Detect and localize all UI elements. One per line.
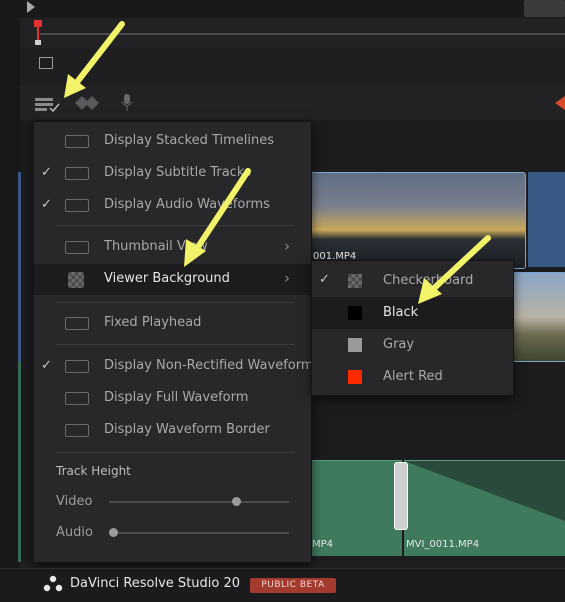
menu-item-full-waveform[interactable]: Display Full Waveform: [34, 383, 311, 414]
public-beta-badge: PUBLIC BETA: [250, 578, 336, 593]
menu-item-audio-waveforms[interactable]: ✓ Display Audio Waveforms: [34, 190, 311, 221]
menu-item-label: Display Waveform Border: [104, 422, 270, 437]
annotation-arrow-3: [418, 235, 491, 304]
davinci-logo-icon: [43, 575, 63, 592]
red-marker-icon[interactable]: [555, 96, 565, 110]
menu-divider: [56, 452, 294, 453]
audio-waveforms-icon: [65, 199, 89, 212]
left-gutter: [0, 18, 20, 568]
timeline-view-options-icon[interactable]: [34, 96, 62, 114]
menu-item-fixed-playhead[interactable]: Fixed Playhead: [34, 308, 311, 339]
menu-item-label: Display Non-Rectified Waveform: [104, 358, 314, 373]
audio-height-slider[interactable]: [109, 528, 289, 537]
audio-clip-left[interactable]: MP4: [310, 460, 402, 556]
menu-item-label: Fixed Playhead: [104, 315, 202, 330]
submenu-item-alert-red[interactable]: Alert Red: [312, 361, 513, 393]
chevron-right-icon: ›: [284, 237, 290, 255]
waveform-icon: [65, 360, 89, 373]
check-icon: ✓: [41, 197, 52, 212]
video-height-knob[interactable]: [232, 497, 242, 506]
check-icon: ✓: [319, 272, 330, 287]
alert-red-swatch: [348, 370, 362, 384]
checker-icon: [68, 272, 84, 288]
submenu-item-label: Alert Red: [383, 369, 443, 384]
audio-track-header: [18, 362, 21, 562]
track-height-title: Track Height: [56, 464, 131, 478]
video-height-label: Video: [56, 494, 93, 509]
annotation-arrow-2: [184, 168, 251, 267]
menu-item-subtitle-tracks[interactable]: ✓ Display Subtitle Tracks: [34, 158, 311, 189]
menu-item-label: Display Full Waveform: [104, 390, 249, 405]
playhead-marker-icon[interactable]: [33, 20, 43, 46]
app-brand: DaVinci Resolve Studio 20: [70, 576, 241, 591]
audio-clip-label-left: MP4: [312, 539, 334, 550]
waveform-border-icon: [65, 424, 89, 437]
timeline-view-options-menu: Display Stacked Timelines ✓ Display Subt…: [33, 121, 314, 563]
annotation-arrow-1: [64, 21, 125, 98]
audio-clip-label-right: MVI_0011.MP4: [406, 539, 480, 550]
menu-item-waveform-border[interactable]: Display Waveform Border: [34, 415, 311, 446]
video-height-slider[interactable]: [109, 497, 289, 506]
menu-item-non-rectified-waveform[interactable]: ✓ Display Non-Rectified Waveform: [34, 351, 314, 382]
thumbnail-view-icon: [65, 241, 89, 254]
check-icon: ✓: [41, 358, 52, 373]
menu-divider: [56, 302, 294, 303]
full-waveform-icon: [65, 392, 89, 405]
checkerboard-swatch: [348, 274, 362, 288]
selection-icon[interactable]: [38, 56, 54, 70]
zoom-thumbnail[interactable]: [524, 0, 565, 17]
submenu-item-label: Black: [383, 305, 419, 320]
audio-clip-ramp: [404, 461, 565, 521]
stacked-timelines-icon: [65, 135, 89, 148]
video-clip-bottom[interactable]: [510, 272, 565, 362]
menu-item-label: Viewer Background: [104, 271, 230, 286]
menu-item-label: Display Stacked Timelines: [104, 133, 275, 148]
subtitle-tracks-icon: [65, 167, 89, 180]
audio-height-knob[interactable]: [109, 528, 118, 537]
black-swatch: [348, 306, 362, 320]
menu-item-stacked-timelines[interactable]: Display Stacked Timelines: [34, 126, 311, 157]
chevron-right-icon: ›: [284, 269, 290, 287]
video-track-right: [528, 172, 565, 267]
clip-transition-handle[interactable]: [394, 462, 408, 530]
menu-item-thumbnail-view[interactable]: Thumbnail View ›: [34, 232, 311, 263]
top-bar: [0, 0, 565, 18]
menu-item-viewer-background[interactable]: Viewer Background ›: [34, 264, 311, 295]
fixed-playhead-icon: [65, 317, 89, 330]
audio-clip-right[interactable]: MVI_0011.MP4: [404, 460, 565, 556]
menu-divider: [56, 225, 294, 226]
submenu-item-label: Gray: [383, 337, 415, 352]
play-icon[interactable]: [22, 0, 40, 14]
audio-height-label: Audio: [56, 525, 93, 540]
gray-swatch: [348, 338, 362, 352]
video-track-header: [18, 172, 21, 362]
menu-divider: [56, 344, 294, 345]
submenu-item-gray[interactable]: Gray: [312, 329, 513, 361]
check-icon: ✓: [41, 165, 52, 180]
